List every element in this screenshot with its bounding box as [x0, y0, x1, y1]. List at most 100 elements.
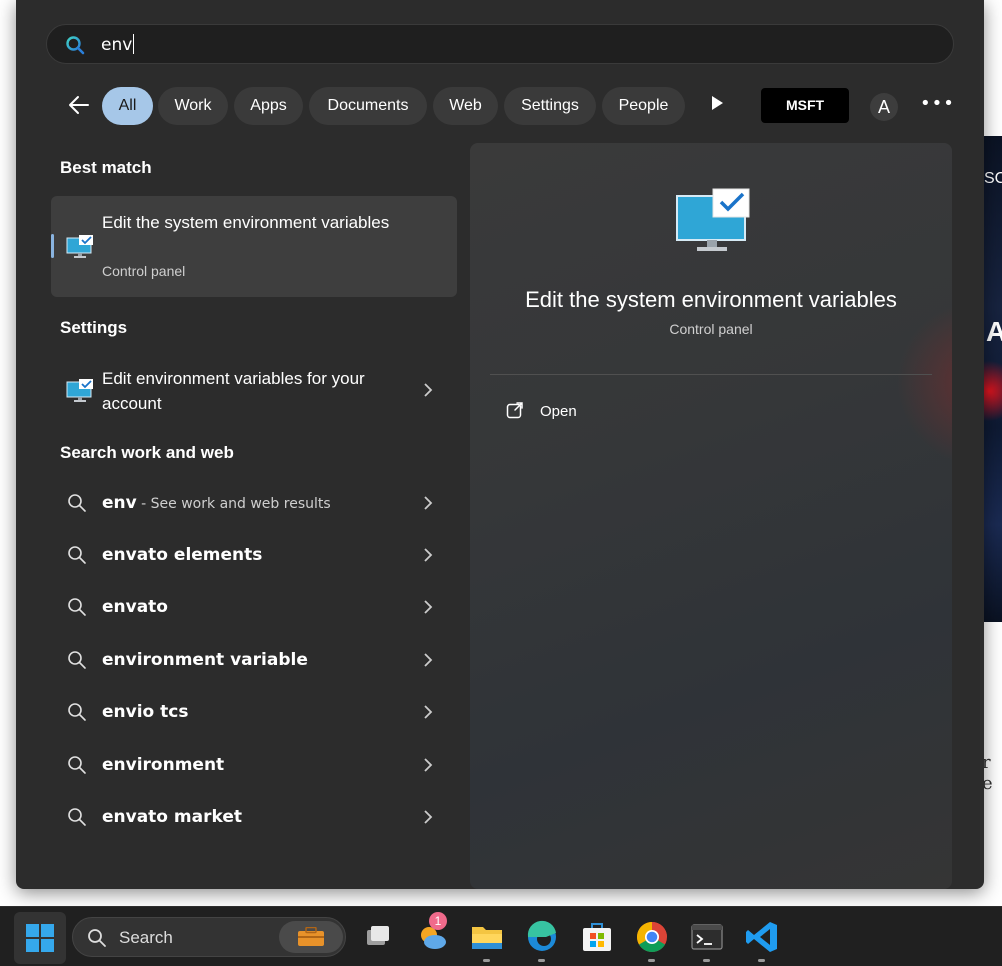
edge-icon [527, 920, 556, 951]
preview-subtitle: Control panel [669, 321, 753, 337]
running-indicator [648, 959, 655, 962]
start-search-panel: env All Work Apps Documents Web Settings… [16, 0, 984, 889]
start-button[interactable] [14, 912, 66, 964]
terminal-button[interactable] [687, 917, 727, 957]
filter-bar: All Work Apps Documents Web Settings Peo… [16, 84, 984, 126]
web-suggestion-text: environment [102, 755, 225, 775]
chevron-right-icon [424, 600, 433, 614]
chevron-right-icon [424, 383, 433, 397]
search-input[interactable]: env [46, 24, 954, 64]
chrome-icon [636, 922, 667, 953]
preview-divider [490, 374, 932, 375]
web-suggestion-label: env - See work and web results [102, 493, 331, 513]
store-button[interactable] [577, 917, 617, 957]
taskbar-search-box[interactable]: Search [72, 917, 346, 957]
web-suggestion-row[interactable]: envio tcs [51, 692, 457, 732]
open-action[interactable]: Open [490, 393, 690, 429]
windows-logo-icon [26, 924, 54, 952]
search-icon [66, 36, 85, 55]
search-highlight-briefcase[interactable] [279, 921, 343, 953]
file-explorer-button[interactable] [467, 917, 507, 957]
chrome-button[interactable] [632, 917, 672, 957]
best-match-heading: Best match [60, 158, 152, 177]
briefcase-icon [298, 927, 324, 946]
notification-badge: 1 [429, 912, 447, 930]
web-suggestion-text: envato elements [102, 545, 263, 565]
taskbar-search-label: Search [119, 928, 173, 947]
search-icon [68, 651, 86, 669]
web-suggestion-text: env [102, 493, 137, 513]
search-query-text[interactable]: env [101, 34, 135, 55]
more-filters-play-icon[interactable] [710, 95, 724, 111]
running-indicator [538, 959, 545, 962]
filter-chip-web[interactable]: Web [433, 87, 498, 125]
web-suggestion-text: environment variable [102, 650, 308, 670]
search-icon [68, 598, 86, 616]
file-explorer-icon [472, 927, 502, 949]
web-suggestion-subtext: - See work and web results [136, 496, 331, 512]
running-indicator [483, 959, 490, 962]
selection-indicator [51, 234, 54, 258]
settings-result-label: Edit environment variables for your acco… [102, 369, 365, 413]
chevron-right-icon [424, 548, 433, 562]
chevron-right-icon [424, 705, 433, 719]
web-suggestion-label: envato elements [102, 545, 262, 565]
web-suggestion-label: environment variable [102, 650, 308, 670]
web-suggestion-row[interactable]: envato elements [51, 535, 457, 575]
control-panel-monitor-icon [676, 188, 750, 251]
web-suggestion-label: envato market [102, 807, 242, 827]
weather-widget-button[interactable]: 1 [413, 912, 453, 957]
web-suggestion-label: envato [102, 597, 168, 617]
terminal-icon [691, 924, 723, 950]
background-web-page: SC A [984, 136, 1002, 622]
web-suggestion-text: envato market [102, 807, 242, 827]
text-caret [133, 34, 135, 54]
vscode-button[interactable] [742, 917, 782, 957]
running-indicator [703, 959, 710, 962]
best-match-title: Edit the system environment variables [102, 213, 390, 232]
settings-heading: Settings [60, 318, 128, 337]
web-suggestion-row[interactable]: envato market [51, 797, 457, 837]
web-suggestion-row[interactable]: env - See work and web results [51, 483, 457, 523]
running-indicator [758, 959, 765, 962]
taskbar: Search 1 [0, 906, 1002, 966]
web-suggestion-label: envio tcs [102, 702, 188, 722]
stock-ticker-button[interactable]: MSFT [761, 88, 849, 123]
control-panel-monitor-icon [66, 379, 93, 402]
chevron-right-icon [424, 496, 433, 510]
background-text-bottom: r e [982, 752, 993, 794]
settings-result-env-variables[interactable]: Edit environment variables for your acco… [51, 360, 457, 420]
chevron-right-icon [424, 653, 433, 667]
web-suggestion-row[interactable]: envato [51, 587, 457, 627]
web-suggestion-row[interactable]: environment variable [51, 640, 457, 680]
preview-title: Edit the system environment variables [525, 287, 897, 312]
filter-chip-documents[interactable]: Documents [309, 87, 427, 125]
filter-chip-all[interactable]: All [102, 87, 153, 125]
web-suggestion-text: envato [102, 597, 168, 617]
vscode-icon [746, 922, 777, 952]
store-icon [583, 923, 611, 951]
best-match-result[interactable]: Edit the system environment variables Co… [51, 196, 457, 297]
filter-chip-people[interactable]: People [602, 87, 685, 125]
search-icon [88, 929, 106, 947]
filter-chip-apps[interactable]: Apps [234, 87, 303, 125]
back-arrow-icon[interactable] [64, 90, 94, 120]
task-view-icon [367, 926, 389, 945]
task-view-button[interactable] [357, 917, 397, 957]
background-text-mid: A [986, 316, 1002, 347]
filter-chip-work[interactable]: Work [158, 87, 228, 125]
search-icon [68, 494, 86, 512]
search-web-heading: Search work and web [60, 443, 234, 462]
search-icon [68, 756, 86, 774]
search-icon [68, 808, 86, 826]
background-red-graphic [984, 356, 1002, 426]
edge-button[interactable] [522, 917, 562, 957]
filter-chip-settings[interactable]: Settings [504, 87, 596, 125]
chevron-right-icon [424, 810, 433, 824]
account-avatar[interactable]: A [870, 93, 898, 121]
web-suggestion-row[interactable]: environment [51, 745, 457, 785]
best-match-subtitle: Control panel [102, 263, 186, 279]
background-text-top: SC [984, 170, 1002, 187]
more-options-icon[interactable]: ••• [920, 94, 954, 118]
chevron-right-icon [424, 758, 433, 772]
